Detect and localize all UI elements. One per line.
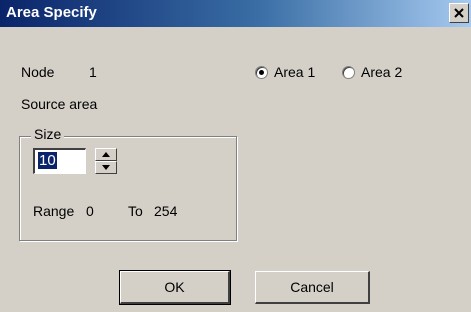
node-value: 1 [89, 64, 97, 80]
range-to-label: To [128, 203, 143, 219]
range-to-value: 254 [154, 203, 178, 219]
cancel-button[interactable]: Cancel [255, 271, 370, 304]
area1-radio-option[interactable]: Area 1 [255, 64, 315, 80]
spin-up-icon [102, 152, 110, 157]
window-title: Area Specify [6, 4, 97, 21]
spin-up-button[interactable] [95, 148, 117, 161]
ok-button[interactable]: OK [119, 270, 231, 305]
area1-radio-label: Area 1 [274, 64, 316, 80]
source-area-label: Source area [21, 96, 98, 112]
spin-down-button[interactable] [95, 161, 117, 174]
area2-radio-label: Area 2 [361, 64, 403, 80]
range-from-value: 0 [86, 203, 94, 219]
title-bar: Area Specify [0, 0, 471, 27]
area2-radio[interactable] [342, 65, 355, 79]
node-label: Node [21, 64, 55, 80]
area-specify-dialog: Area Specify Node 1 Area 1 Area 2 Source… [0, 0, 471, 312]
size-value: 10 [38, 152, 57, 169]
area2-radio-option[interactable]: Area 2 [342, 64, 402, 80]
spin-down-icon [102, 165, 110, 170]
close-button[interactable] [449, 3, 469, 23]
close-icon [454, 8, 464, 18]
size-group-legend: Size [31, 126, 65, 142]
area1-radio[interactable] [255, 65, 268, 79]
size-input[interactable]: 10 [33, 148, 86, 174]
range-label: Range [33, 203, 75, 219]
